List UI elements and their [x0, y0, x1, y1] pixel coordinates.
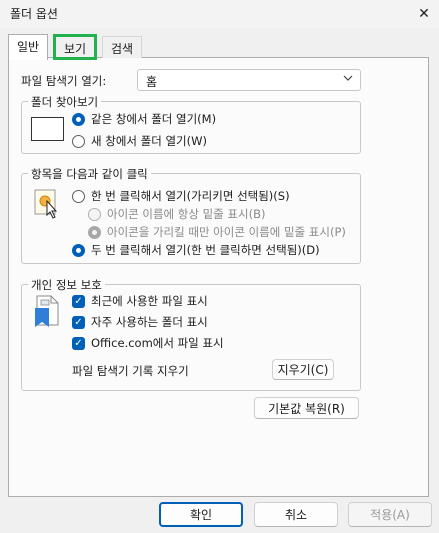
radio-button[interactable]	[72, 243, 85, 257]
radio-same-window[interactable]: 같은 창에서 폴더 열기(M)	[72, 111, 216, 127]
check-frequent-folders-label: 자주 사용하는 폴더 표시	[91, 315, 208, 329]
radio-double-click-label: 두 번 클릭해서 열기(한 번 클릭하면 선택됨)(D)	[91, 243, 320, 257]
explorer-open-label: 파일 탐색기 열기:	[21, 74, 107, 88]
clear-history-button[interactable]: 지우기(C)	[272, 359, 334, 380]
radio-underline-hover[interactable]: 아이콘을 가리킬 때만 아이콘 이름에 밑줄 표시(P)	[88, 224, 346, 240]
checkbox[interactable]: ✓	[72, 294, 85, 308]
radio-underline-always-label: 아이콘 이름에 항상 밑줄 표시(B)	[107, 207, 266, 221]
radio-button[interactable]	[72, 112, 85, 126]
radio-button[interactable]	[72, 134, 85, 148]
radio-button[interactable]	[88, 207, 101, 221]
title-bar	[0, 0, 439, 28]
window-title: 폴더 옵션	[10, 7, 58, 21]
ok-button[interactable]: 확인	[159, 502, 243, 527]
explorer-open-value: 홈	[146, 75, 158, 89]
check-recent-files[interactable]: ✓ 최근에 사용한 파일 표시	[72, 293, 208, 309]
close-button[interactable]: ✕	[409, 0, 439, 28]
radio-underline-always[interactable]: 아이콘 이름에 항상 밑줄 표시(B)	[88, 206, 265, 222]
clear-history-label: 파일 탐색기 기록 지우기	[72, 364, 189, 378]
tab-general[interactable]: 일반	[8, 34, 49, 60]
radio-new-window[interactable]: 새 창에서 폴더 열기(W)	[72, 133, 207, 149]
cancel-button[interactable]: 취소	[254, 502, 338, 527]
radio-single-click-label: 한 번 클릭해서 열기(가리키면 선택됨)(S)	[91, 189, 290, 203]
click-items-legend: 항목을 다음과 같이 클릭	[28, 166, 151, 182]
check-recent-files-label: 최근에 사용한 파일 표시	[91, 294, 208, 308]
check-frequent-folders[interactable]: ✓ 자주 사용하는 폴더 표시	[72, 314, 208, 330]
checkbox[interactable]: ✓	[72, 336, 85, 350]
click-pointer-icon	[34, 189, 62, 219]
radio-button[interactable]	[88, 225, 101, 239]
radio-single-click[interactable]: 한 번 클릭해서 열기(가리키면 선택됨)(S)	[72, 188, 290, 204]
browse-folders-legend: 폴더 찾아보기	[28, 94, 102, 110]
check-office-files-label: Office.com에서 파일 표시	[91, 336, 224, 350]
checkbox[interactable]: ✓	[72, 315, 85, 329]
radio-double-click[interactable]: 두 번 클릭해서 열기(한 번 클릭하면 선택됨)(D)	[72, 242, 320, 258]
radio-button[interactable]	[72, 189, 85, 203]
radio-new-window-label: 새 창에서 폴더 열기(W)	[91, 134, 207, 148]
radio-same-window-label: 같은 창에서 폴더 열기(M)	[91, 112, 217, 126]
check-office-files[interactable]: ✓ Office.com에서 파일 표시	[72, 335, 224, 351]
radio-underline-hover-label: 아이콘을 가리킬 때만 아이콘 이름에 밑줄 표시(P)	[107, 225, 346, 239]
apply-button[interactable]: 적용(A)	[348, 502, 432, 527]
chevron-down-icon	[343, 73, 353, 86]
window-preview-icon	[31, 117, 64, 141]
explorer-open-select[interactable]: 홈	[137, 69, 361, 91]
tab-search[interactable]: 검색	[102, 36, 143, 58]
privacy-legend: 개인 정보 보호	[28, 277, 105, 293]
restore-defaults-button[interactable]: 기본값 복원(R)	[254, 397, 359, 419]
tab-view[interactable]: 보기	[52, 34, 98, 60]
privacy-document-icon	[32, 295, 62, 329]
close-icon: ✕	[418, 6, 430, 22]
